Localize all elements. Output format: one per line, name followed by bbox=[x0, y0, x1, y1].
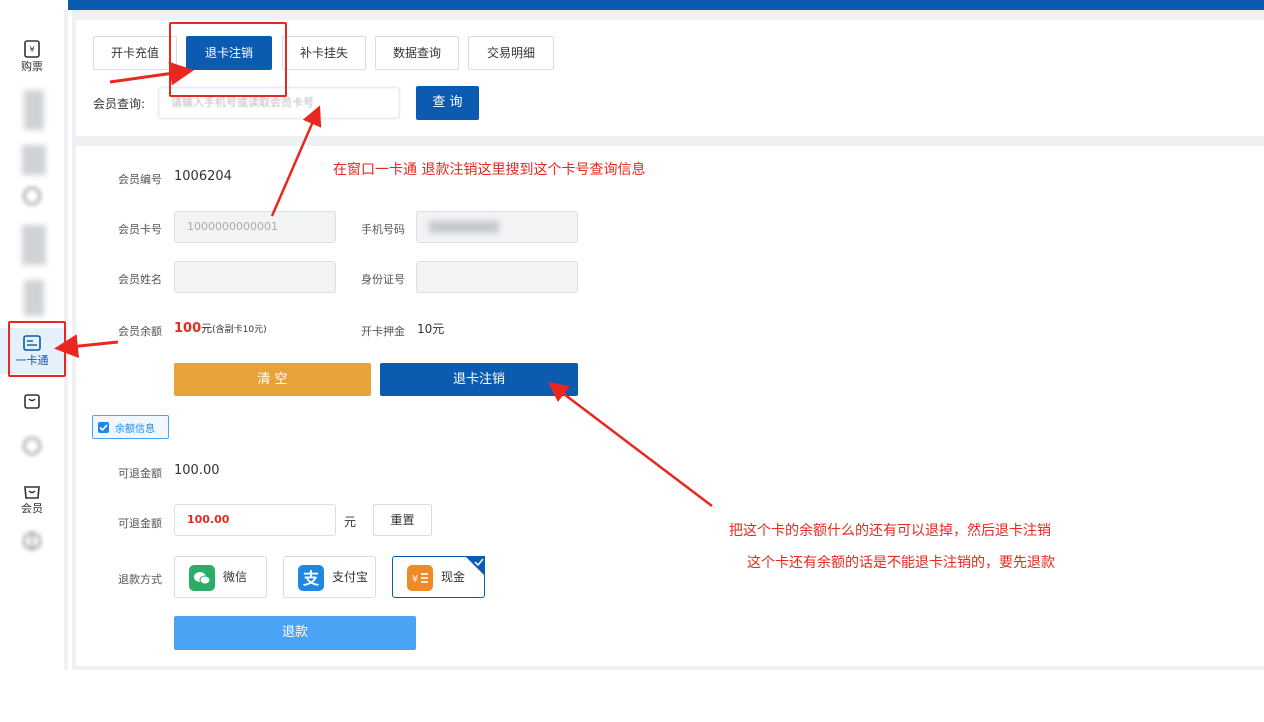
arrow-to-cancel-button bbox=[548, 381, 713, 507]
annotation-note-refund-1: 把这个卡的余额什么的还有可以退掉，然后退卡注销 bbox=[729, 523, 1051, 539]
annotation-arrows bbox=[54, 61, 713, 507]
annotation-note-search: 在窗口一卡通 退款注销这里搜到这个卡号查询信息 bbox=[333, 162, 646, 178]
arrow-to-tab bbox=[109, 61, 194, 86]
arrow-to-sidebar bbox=[54, 334, 119, 359]
annotation-note-refund-2: 这个卡还有余额的话是不能退卡注销的，要先退款 bbox=[747, 555, 1055, 571]
arrow-to-search bbox=[270, 105, 322, 217]
